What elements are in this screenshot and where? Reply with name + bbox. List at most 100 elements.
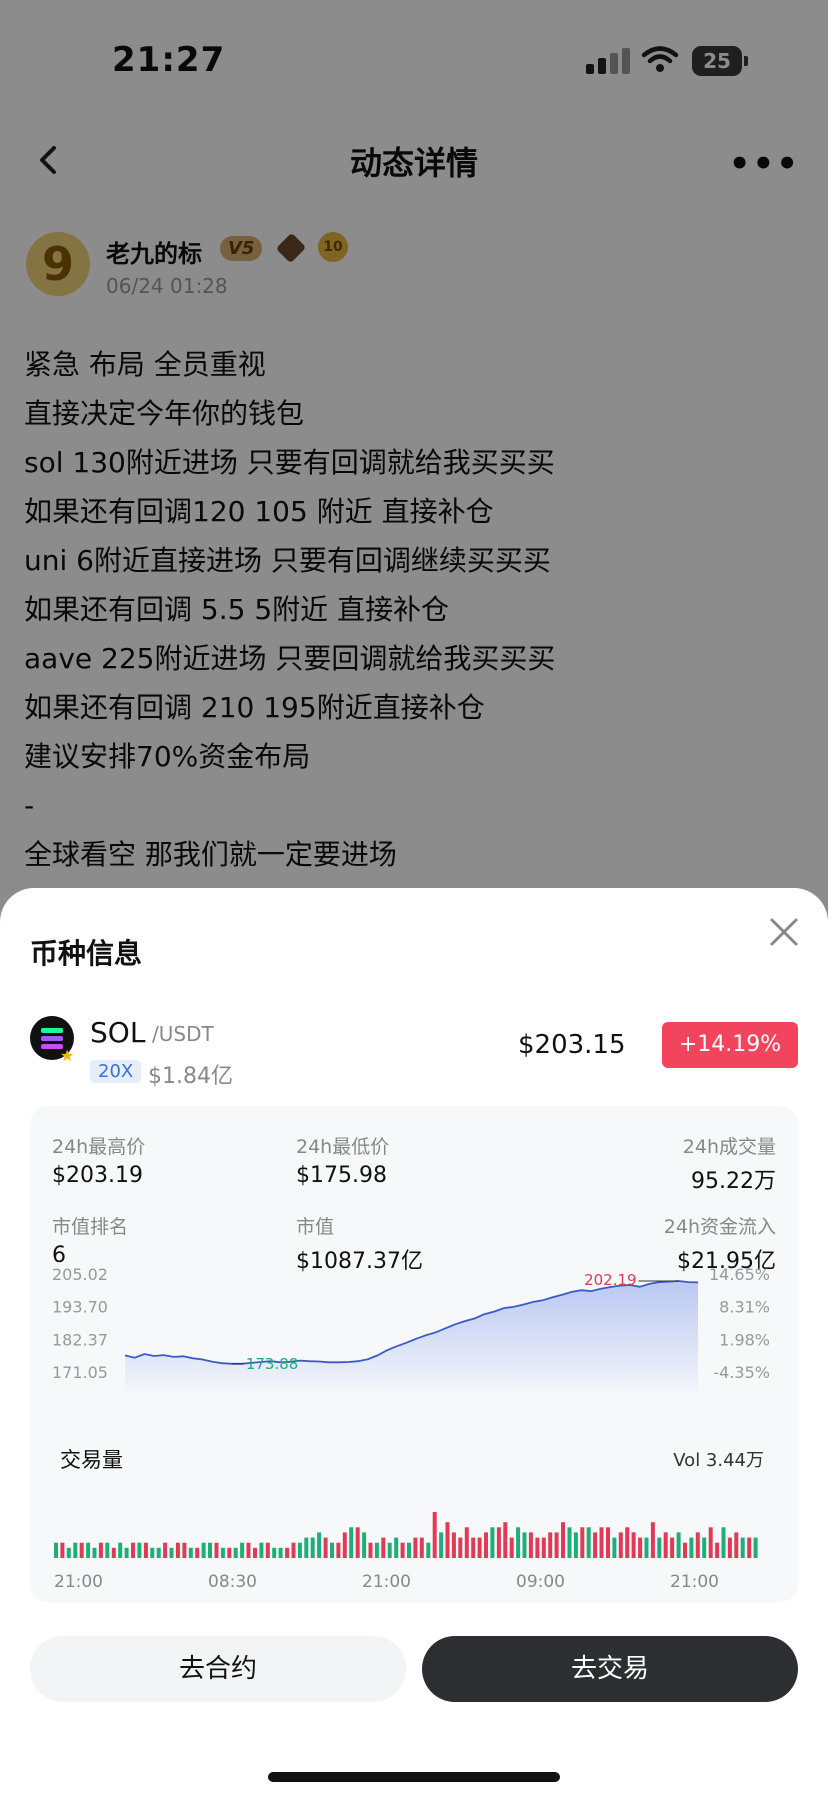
volume-bar (387, 1542, 392, 1558)
volume-bar (156, 1547, 161, 1558)
volume-bar (496, 1527, 501, 1558)
volume-bar (253, 1547, 257, 1558)
y-axis-tick-left: 193.70 (52, 1298, 108, 1317)
volume-bar (541, 1537, 546, 1558)
x-axis-tick: 09:00 (516, 1572, 565, 1592)
stat-label: 24h成交量 (682, 1136, 776, 1158)
volume-bar (400, 1542, 405, 1558)
volume-bar (368, 1542, 373, 1558)
volume-bar (92, 1547, 97, 1558)
volume-bar (458, 1537, 463, 1558)
volume-bar (342, 1532, 347, 1558)
coin-header[interactable]: ★ SOL /USDT 20X $1.84亿 $203.15 +14.19% (30, 1012, 800, 1092)
volume-bar (464, 1527, 469, 1558)
volume-bar (522, 1532, 527, 1558)
volume-bar (554, 1532, 559, 1558)
volume-bar (695, 1532, 700, 1558)
volume-bar (214, 1542, 219, 1558)
y-axis-tick-right: -4.35% (713, 1363, 770, 1382)
stat-label: 市值 (296, 1216, 335, 1238)
volume-bar (291, 1542, 296, 1558)
volume-bar (644, 1537, 649, 1558)
volume-bar (124, 1547, 129, 1558)
stat-value: $203.19 (52, 1163, 143, 1188)
volume-bar (246, 1542, 251, 1558)
coin-quote: /USDT (152, 1022, 214, 1046)
y-axis-tick-left: 205.02 (52, 1265, 108, 1284)
volume-bar (163, 1542, 168, 1558)
volume-bar (599, 1527, 604, 1558)
home-indicator (268, 1772, 560, 1782)
volume-bar (670, 1537, 675, 1558)
x-axis-tick: 21:00 (54, 1572, 103, 1592)
volume-bar (638, 1537, 643, 1558)
volume-bar (374, 1542, 379, 1558)
volume-bar (509, 1537, 514, 1558)
volume-bar (561, 1522, 565, 1558)
favorite-star-icon: ★ (60, 1046, 75, 1065)
go-contract-button[interactable]: 去合约 (30, 1636, 406, 1702)
volume-bar (593, 1532, 598, 1558)
volume-bar (612, 1537, 617, 1558)
y-axis-tick-left: 171.05 (52, 1363, 108, 1382)
volume-bar (54, 1542, 58, 1558)
stat-value: $175.98 (296, 1163, 387, 1188)
volume-bar (208, 1542, 212, 1558)
volume-bar (407, 1542, 411, 1558)
volume-bar (105, 1542, 110, 1558)
volume-bar (715, 1542, 720, 1558)
go-trade-button[interactable]: 去交易 (422, 1636, 798, 1702)
volume-bar (79, 1542, 84, 1558)
volume-bar (721, 1527, 726, 1558)
volume-bar (233, 1547, 238, 1558)
volume-bar (66, 1547, 71, 1558)
stat-label: 24h资金流入 (663, 1216, 776, 1238)
volume-bar (580, 1527, 585, 1558)
volume-bar (676, 1532, 681, 1558)
volume-bar (753, 1537, 758, 1558)
volume-bar (175, 1542, 180, 1558)
volume-bar (606, 1527, 610, 1558)
stat-label: 24h最高价 (52, 1136, 146, 1158)
volume-bar (349, 1527, 354, 1558)
volume-bar (548, 1532, 553, 1558)
volume-bar (143, 1542, 148, 1558)
volume-bar (240, 1542, 245, 1558)
volume-bar (330, 1542, 334, 1558)
volume-bar (195, 1547, 200, 1558)
y-axis-tick-right: 1.98% (719, 1330, 770, 1349)
volume-bar (323, 1537, 328, 1558)
sheet-title: 币种信息 (30, 937, 143, 970)
y-axis-tick-right: 8.31% (719, 1298, 770, 1317)
volume-bar (98, 1542, 103, 1558)
volume-bar (426, 1542, 431, 1558)
stat-low: 24h最低价 $175.98 (296, 1132, 389, 1188)
x-axis-tick: 21:00 (362, 1572, 411, 1592)
y-axis-tick-right: 14.65% (709, 1265, 770, 1284)
price-change-badge: +14.19% (662, 1022, 798, 1068)
volume-bar-chart: 21:00 08:30 21:00 09:00 21:00 (54, 1512, 758, 1592)
volume-bar (708, 1527, 713, 1558)
volume-bar (451, 1532, 456, 1558)
x-axis-tick: 21:00 (670, 1572, 719, 1592)
volume-bar (73, 1542, 78, 1558)
volume-bar (137, 1542, 142, 1558)
volume-bar (657, 1537, 662, 1558)
x-axis-tick: 08:30 (208, 1572, 257, 1592)
price-line-chart[interactable]: 205.02 193.70 182.37 171.05 14.65% 8.31% 1.98%… (30, 1256, 798, 1426)
volume-bar (567, 1527, 572, 1558)
volume-bar (503, 1522, 508, 1558)
volume-bar (477, 1537, 482, 1558)
max-price-label: 202.19 (584, 1271, 637, 1289)
stat-label: 24h最低价 (296, 1136, 390, 1158)
volume-bar (419, 1537, 424, 1558)
volume-bar (188, 1547, 193, 1558)
volume-bar (169, 1547, 174, 1558)
min-price-label: 173.88 (246, 1355, 299, 1373)
volume-bar (663, 1532, 668, 1558)
close-icon[interactable] (764, 912, 804, 952)
volume-bar (625, 1527, 630, 1558)
volume-bar (150, 1547, 155, 1558)
volume-bar (381, 1537, 386, 1558)
volume-bar (740, 1537, 745, 1558)
